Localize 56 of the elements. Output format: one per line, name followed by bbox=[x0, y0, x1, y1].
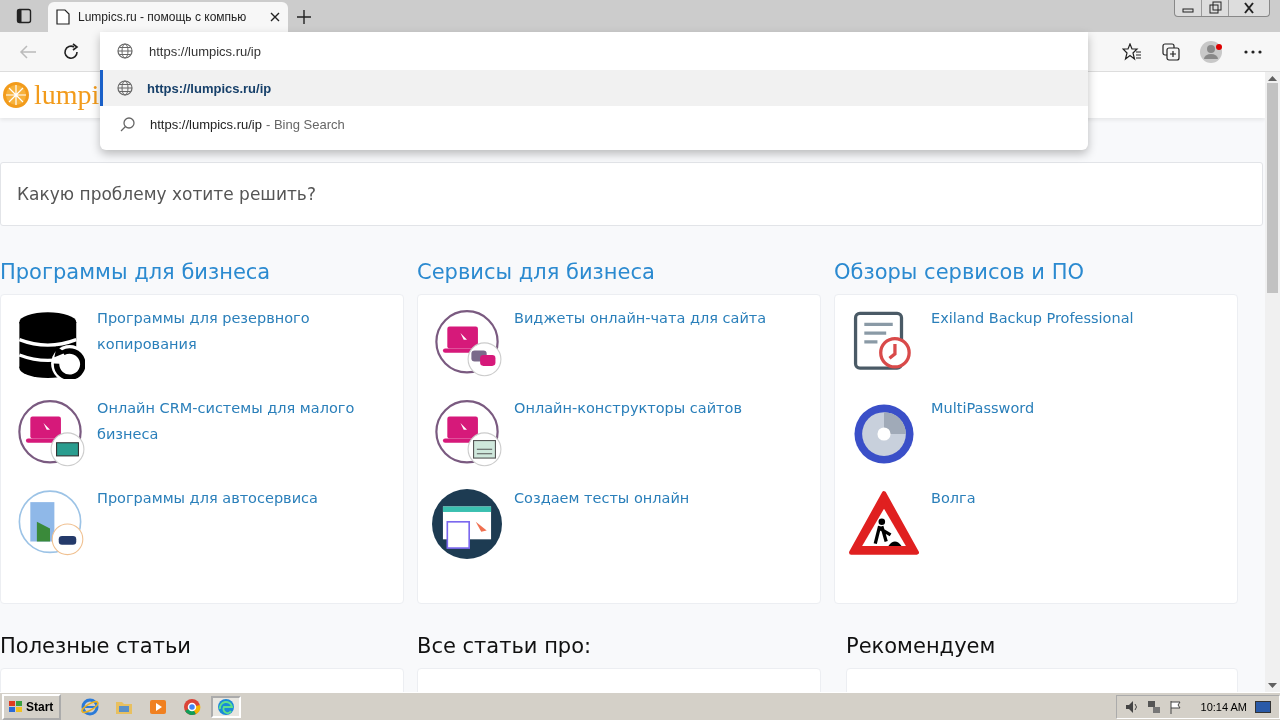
profile-avatar-icon[interactable] bbox=[1200, 40, 1224, 63]
network-icon[interactable] bbox=[1146, 699, 1161, 714]
web-form-icon bbox=[432, 489, 502, 559]
document-clock-icon bbox=[853, 311, 911, 370]
section-heading[interactable]: Обзоры сервисов и ПО bbox=[834, 260, 1238, 290]
edge-icon[interactable] bbox=[218, 698, 235, 715]
scroll-down-icon[interactable] bbox=[1268, 683, 1277, 689]
item-link[interactable]: Создаем тесты онлайн bbox=[514, 485, 690, 557]
reload-icon[interactable] bbox=[62, 42, 80, 61]
suggestion-item[interactable]: https://lumpics.ru/ip bbox=[100, 70, 1088, 106]
disc-icon bbox=[854, 404, 914, 464]
item-link[interactable]: Программы для автосервиса bbox=[97, 485, 318, 557]
new-tab-icon[interactable] bbox=[296, 9, 312, 25]
collections-icon[interactable] bbox=[1162, 42, 1180, 61]
search-icon bbox=[120, 116, 136, 132]
tab-actions-icon[interactable] bbox=[16, 8, 32, 24]
close-icon[interactable] bbox=[270, 12, 280, 22]
item-link[interactable]: Онлайн CRM-системы для малого бизнеса bbox=[97, 395, 393, 467]
page-icon bbox=[56, 9, 70, 25]
item-link[interactable]: Виджеты онлайн-чата для сайта bbox=[514, 305, 767, 377]
item-link[interactable]: Волга bbox=[931, 485, 976, 557]
section-heading: Рекомендуем bbox=[846, 634, 997, 660]
roadwork-sign-icon bbox=[849, 491, 919, 555]
item-link[interactable]: Онлайн-конструкторы сайтов bbox=[514, 395, 742, 467]
browser-e-icon[interactable] bbox=[81, 698, 99, 715]
speaker-icon[interactable] bbox=[1124, 699, 1139, 714]
scrollbar-thumb[interactable] bbox=[1267, 83, 1278, 293]
database-icon bbox=[17, 312, 85, 379]
suggestion-item[interactable]: https://lumpics.ru/ip - Bing Search bbox=[100, 106, 1088, 142]
scrollbar[interactable] bbox=[1265, 72, 1280, 692]
browser-tab[interactable]: Lumpics.ru - помощь с компью bbox=[48, 2, 288, 32]
address-field[interactable]: https://lumpics.ru/ip bbox=[147, 38, 951, 64]
section-heading: Полезные статьи bbox=[0, 634, 192, 660]
media-player-icon[interactable] bbox=[150, 699, 167, 714]
favorites-icon[interactable] bbox=[1122, 42, 1142, 61]
start-button[interactable]: Start bbox=[2, 693, 62, 720]
section-heading: Все статьи про: bbox=[417, 634, 593, 660]
windows-logo-icon bbox=[8, 699, 24, 714]
software-box-icon bbox=[18, 490, 84, 556]
globe-icon bbox=[117, 43, 133, 59]
scroll-up-icon[interactable] bbox=[1268, 75, 1277, 81]
laptop-icon bbox=[18, 400, 85, 467]
flag-icon[interactable] bbox=[1168, 699, 1183, 714]
laptop-chat-icon bbox=[435, 310, 502, 377]
section-heading[interactable]: Сервисы для бизнеса bbox=[417, 260, 821, 290]
item-link[interactable]: MultiPassword bbox=[931, 395, 1035, 467]
search-field[interactable]: Какую проблему хотите решить? bbox=[0, 162, 1263, 226]
more-icon[interactable] bbox=[1244, 49, 1262, 54]
clock[interactable]: 10:14 AM bbox=[1200, 700, 1247, 713]
show-desktop-icon[interactable] bbox=[1255, 699, 1271, 714]
chrome-icon[interactable] bbox=[184, 698, 201, 715]
laptop-browser-icon bbox=[435, 400, 502, 467]
item-link[interactable]: Программы для резервного копирования bbox=[97, 305, 393, 377]
globe-icon bbox=[117, 80, 133, 96]
item-link[interactable]: Exiland Backup Professional bbox=[931, 305, 1134, 377]
section-heading[interactable]: Программы для бизнеса bbox=[0, 260, 404, 290]
